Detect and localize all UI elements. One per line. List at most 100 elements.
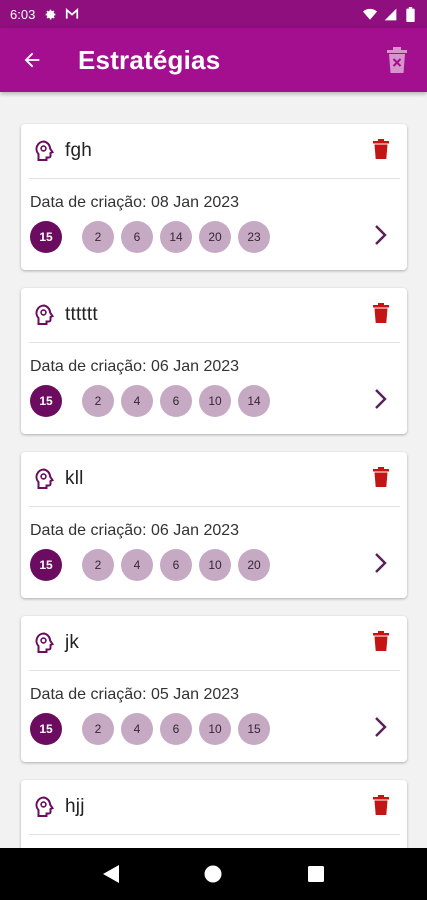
- delete-button[interactable]: [367, 465, 395, 493]
- creation-date: Data de criação: 05 Jan 2023: [30, 686, 407, 704]
- date-value: 08 Jan 2023: [150, 194, 240, 211]
- brain-icon: [33, 304, 55, 326]
- delete-all-button[interactable]: [367, 28, 427, 92]
- number-ball: 6: [160, 549, 192, 581]
- strategy-card[interactable]: hjj: [21, 780, 407, 848]
- nav-back-button[interactable]: [87, 850, 135, 898]
- number-ball: 10: [199, 549, 231, 581]
- number-ball: 2: [82, 549, 114, 581]
- number-ball: 4: [121, 713, 153, 745]
- app-bar: Estratégias: [0, 28, 427, 92]
- chevron-right-icon: [374, 224, 388, 251]
- gmail-icon: [65, 7, 79, 21]
- open-strategy-button[interactable]: [371, 388, 391, 414]
- card-header: fgh: [21, 124, 407, 178]
- strategy-name: hjj: [65, 796, 85, 817]
- card-header: tttttt: [21, 288, 407, 342]
- divider: [29, 178, 400, 179]
- brain-icon: [33, 796, 55, 818]
- number-ball: 20: [199, 221, 231, 253]
- wifi-icon: [363, 7, 377, 21]
- strategy-card[interactable]: kll Data de criação: 06 Jan 2023 15 2 4 6 10 20: [21, 452, 407, 598]
- home-circle-icon: [204, 865, 222, 883]
- date-label: Data de criação:: [30, 194, 147, 211]
- date-value: 06 Jan 2023: [150, 358, 240, 375]
- numbers-row: 15 2 6 14 20 23: [30, 220, 407, 254]
- brain-icon: [33, 468, 55, 490]
- trash-icon: [373, 466, 389, 492]
- number-ball: 10: [199, 385, 231, 417]
- number-ball: 2: [82, 385, 114, 417]
- strategy-card[interactable]: jk Data de criação: 05 Jan 2023 15 2 4 6 10 15: [21, 616, 407, 762]
- navigation-bar: [0, 848, 427, 900]
- number-ball: 20: [238, 549, 270, 581]
- brain-icon: [33, 140, 55, 162]
- strategy-name: tttttt: [65, 304, 98, 325]
- open-strategy-button[interactable]: [371, 552, 391, 578]
- status-bar: 6:03: [0, 0, 427, 28]
- divider: [29, 834, 400, 835]
- numbers-row: 15 2 4 6 10 14: [30, 384, 407, 418]
- nav-home-button[interactable]: [189, 850, 237, 898]
- card-header: hjj: [21, 780, 407, 834]
- main-number-ball: 15: [30, 713, 62, 745]
- strategy-card[interactable]: tttttt Data de criação: 06 Jan 2023 15 2 4 6 1…: [21, 288, 407, 434]
- divider: [29, 342, 400, 343]
- number-ball: 15: [238, 713, 270, 745]
- trash-icon: [373, 138, 389, 164]
- date-label: Data de criação:: [30, 522, 147, 539]
- card-header: jk: [21, 616, 407, 670]
- divider: [29, 506, 400, 507]
- number-ball: 6: [121, 221, 153, 253]
- number-ball: 14: [160, 221, 192, 253]
- number-ball: 23: [238, 221, 270, 253]
- strategy-name: jk: [65, 632, 80, 653]
- gear-icon: [43, 7, 57, 21]
- creation-date: Data de criação: 06 Jan 2023: [30, 522, 407, 540]
- page-title: Estratégias: [78, 44, 221, 75]
- recents-square-icon: [307, 866, 324, 882]
- open-strategy-button[interactable]: [371, 716, 391, 742]
- arrow-left-icon: [24, 52, 40, 68]
- main-number-ball: 15: [30, 549, 62, 581]
- number-ball: 4: [121, 549, 153, 581]
- divider: [29, 670, 400, 671]
- chevron-right-icon: [374, 716, 388, 743]
- main-number-ball: 15: [30, 385, 62, 417]
- delete-button[interactable]: [367, 629, 395, 657]
- back-triangle-icon: [103, 865, 120, 883]
- strategy-card[interactable]: fgh Data de criação: 08 Jan 2023 15 2 6 14 20 2…: [21, 124, 407, 270]
- numbers-row: 15 2 4 6 10 15: [30, 712, 407, 746]
- number-ball: 4: [121, 385, 153, 417]
- chevron-right-icon: [374, 388, 388, 415]
- trash-icon: [373, 630, 389, 656]
- date-label: Data de criação:: [30, 358, 147, 375]
- strategy-list[interactable]: fgh Data de criação: 08 Jan 2023 15 2 6 14 20 2…: [0, 92, 427, 848]
- date-label: Data de criação:: [30, 686, 147, 703]
- number-ball: 2: [82, 713, 114, 745]
- main-number-ball: 15: [30, 221, 62, 253]
- chevron-right-icon: [374, 552, 388, 579]
- number-ball: 10: [199, 713, 231, 745]
- creation-date: Data de criação: 06 Jan 2023: [30, 358, 407, 376]
- trash-icon: [373, 794, 389, 820]
- brain-icon: [33, 632, 55, 654]
- strategy-name: fgh: [65, 140, 93, 161]
- numbers-row: 15 2 4 6 10 20: [30, 548, 407, 582]
- number-ball: 2: [82, 221, 114, 253]
- date-value: 06 Jan 2023: [150, 522, 240, 539]
- number-ball: 14: [238, 385, 270, 417]
- number-ball: 6: [160, 385, 192, 417]
- delete-button[interactable]: [367, 301, 395, 329]
- creation-date: Data de criação: 08 Jan 2023: [30, 194, 407, 212]
- trash-icon: [373, 302, 389, 328]
- open-strategy-button[interactable]: [371, 224, 391, 250]
- battery-icon: [403, 6, 417, 22]
- back-button[interactable]: [0, 28, 64, 92]
- signal-icon: [383, 7, 397, 21]
- delete-button[interactable]: [367, 793, 395, 821]
- card-header: kll: [21, 452, 407, 506]
- number-ball: 6: [160, 713, 192, 745]
- delete-button[interactable]: [367, 137, 395, 165]
- nav-recents-button[interactable]: [292, 850, 340, 898]
